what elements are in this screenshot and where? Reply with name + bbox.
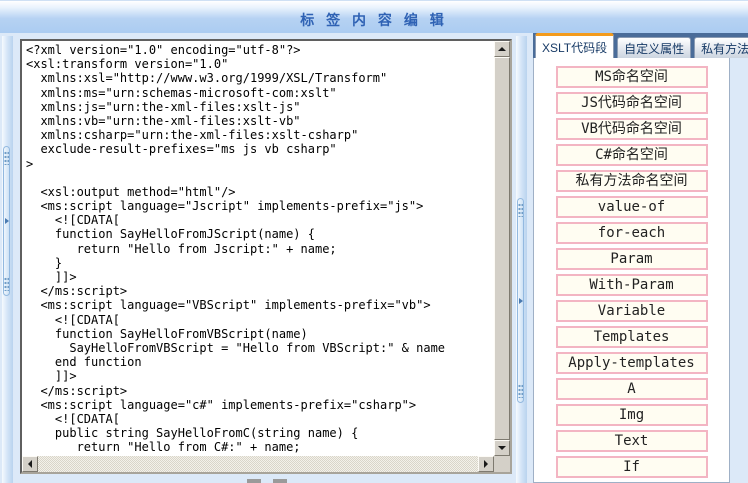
splitter-grip-icon <box>518 203 523 217</box>
snippet-button[interactable]: Text <box>556 430 708 452</box>
panel-splitter[interactable] <box>516 36 527 483</box>
scroll-left-button[interactable] <box>22 456 38 472</box>
snippet-button[interactable]: VB代码命名空间 <box>556 118 708 140</box>
left-arrow-icon <box>28 460 32 468</box>
code-line: <![CDATA[ <box>26 412 494 426</box>
page-title: 标 签 内 容 编 辑 <box>300 5 447 30</box>
down-arrow-icon <box>498 446 506 450</box>
code-line: <ms:script language="Jscript" implements… <box>26 199 494 213</box>
tab-strip: XSLT代码段 自定义属性 私有方法段 <box>533 33 748 58</box>
snippet-button[interactable]: JS代码命名空间 <box>556 92 708 114</box>
panel-splitter-handle[interactable] <box>517 198 524 403</box>
clipped-button-sliver <box>247 479 261 483</box>
splitter-collapse-arrow-icon[interactable] <box>5 218 9 224</box>
left-splitter-handle[interactable] <box>3 146 10 296</box>
code-line: xmlns:ms="urn:schemas-microsoft-com:xslt… <box>26 86 494 100</box>
splitter-grip-icon <box>4 277 9 291</box>
tab-label: 自定义属性 <box>624 40 684 57</box>
snippet-button[interactable]: With-Param <box>556 274 708 296</box>
snippet-button[interactable]: for-each <box>556 222 708 244</box>
tag-content-editor-window: 标 签 内 容 编 辑 <?xml version="1.0" encoding… <box>0 0 748 483</box>
code-line: <![CDATA[ <box>26 213 494 227</box>
code-line: function SayHelloFromJScript(name) { <box>26 227 494 241</box>
scroll-down-button[interactable] <box>494 440 510 456</box>
code-line: exclude-result-prefixes="ms js vb csharp… <box>26 142 494 156</box>
scroll-right-button[interactable] <box>478 456 494 472</box>
code-line: <xsl:output method="html"/> <box>26 185 494 199</box>
code-line: return "Hello from Jscript:" + name; <box>26 242 494 256</box>
snippet-button[interactable]: A <box>556 378 708 400</box>
snippet-button[interactable]: C#命名空间 <box>556 144 708 166</box>
code-line: ]]> <box>26 369 494 383</box>
code-line: </ms:script> <box>26 284 494 298</box>
code-line: SayHelloFromVBScript = "Hello from VBScr… <box>26 341 494 355</box>
scrollbar-corner <box>494 456 510 472</box>
snippet-button[interactable]: Templates <box>556 326 708 348</box>
splitter-grip-icon <box>4 151 9 165</box>
code-line: <xsl:transform version="1.0" <box>26 57 494 71</box>
code-line <box>26 171 494 185</box>
code-line: xmlns:xsl="http://www.w3.org/1999/XSL/Tr… <box>26 71 494 85</box>
vertical-scroll-thumb[interactable] <box>494 57 510 440</box>
snippet-button[interactable]: Param <box>556 248 708 270</box>
code-text-area[interactable]: <?xml version="1.0" encoding="utf-8"?><x… <box>22 41 494 456</box>
horizontal-scroll-track[interactable] <box>38 456 478 472</box>
tab-xslt-snippets[interactable]: XSLT代码段 <box>535 33 614 58</box>
code-line: <ms:script language="c#" implements-pref… <box>26 398 494 412</box>
code-line: } <box>26 256 494 270</box>
tab-private-methods[interactable]: 私有方法段 <box>694 37 748 58</box>
code-line: return "Hello from C#:" + name; <box>26 440 494 454</box>
tab-custom-attributes[interactable]: 自定义属性 <box>617 37 691 58</box>
snippet-button-list: MS命名空间 JS代码命名空间 VB代码命名空间 C#命名空间私有方法命名空间 valu… <box>534 58 729 478</box>
code-line: ]]> <box>26 270 494 284</box>
page-header: 标 签 内 容 编 辑 <box>0 0 748 33</box>
code-line: xmlns:vb="urn:the-xml-files:xslt-vb" <box>26 114 494 128</box>
snippet-button[interactable]: MS命名空间 <box>556 66 708 88</box>
code-line: function SayHelloFromVBScript(name) <box>26 327 494 341</box>
splitter-collapse-arrow-icon[interactable] <box>519 298 523 304</box>
snippet-button[interactable]: Img <box>556 404 708 426</box>
code-line: xmlns:js="urn:the-xml-files:xslt-js" <box>26 100 494 114</box>
left-splitter[interactable] <box>2 36 13 483</box>
code-line: <![CDATA[ <box>26 313 494 327</box>
snippet-button[interactable]: 私有方法命名空间 <box>556 170 708 192</box>
xslt-code-editor[interactable]: <?xml version="1.0" encoding="utf-8"?><x… <box>20 39 512 474</box>
snippet-button[interactable]: Apply-templates <box>556 352 708 374</box>
vertical-scroll-track[interactable] <box>494 57 510 440</box>
snippet-button[interactable]: If <box>556 456 708 478</box>
tab-label: XSLT代码段 <box>542 39 607 56</box>
code-line: > <box>26 157 494 171</box>
scroll-up-button[interactable] <box>494 41 510 57</box>
editor-horizontal-scrollbar[interactable] <box>22 456 494 472</box>
editor-vertical-scrollbar[interactable] <box>494 41 510 456</box>
up-arrow-icon <box>498 47 506 51</box>
snippet-button[interactable]: Variable <box>556 300 708 322</box>
tab-label: 私有方法段 <box>701 40 748 57</box>
code-line: </ms:script> <box>26 384 494 398</box>
right-arrow-icon <box>484 460 488 468</box>
code-line: xmlns:csharp="urn:the-xml-files:xslt-csh… <box>26 128 494 142</box>
splitter-grip-icon <box>518 384 523 398</box>
snippet-button[interactable]: value-of <box>556 196 708 218</box>
code-line: <ms:script language="VBScript" implement… <box>26 298 494 312</box>
clipped-button-sliver <box>273 479 287 483</box>
code-line: <?xml version="1.0" encoding="utf-8"?> <box>26 43 494 57</box>
code-line: public string SayHelloFromC(string name)… <box>26 426 494 440</box>
snippet-panel: MS命名空间 JS代码命名空间 VB代码命名空间 C#命名空间私有方法命名空间 valu… <box>533 58 730 483</box>
code-line: end function <box>26 355 494 369</box>
